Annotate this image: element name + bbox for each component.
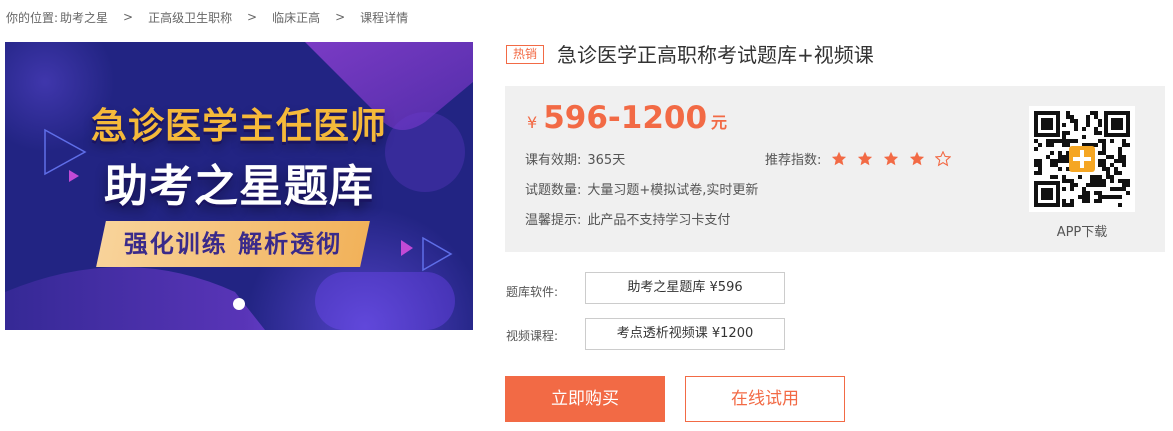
price: ¥ 596-1200 元 <box>527 100 727 136</box>
breadcrumb-item-senior-title[interactable]: 正高级卫生职称 <box>148 9 232 26</box>
product-info-panel: ¥ 596-1200 元 课有效期: 365天 推荐指数: 试题数量: 大量习题+模… <box>505 86 1165 252</box>
video-option-button[interactable]: 考点透析视频课 ¥1200 <box>585 318 785 350</box>
breadcrumb-prefix: 你的位置: <box>6 10 59 25</box>
validity-row: 课有效期: 365天 <box>525 149 625 168</box>
product-banner[interactable]: 急诊医学主任医师 助考之星题库 强化训练 解析透彻 <box>5 42 473 330</box>
breadcrumb-item-clinical[interactable]: 临床正高 <box>272 9 320 26</box>
software-option-label: 题库软件: <box>506 285 559 299</box>
star-filled-icon <box>884 151 899 165</box>
qr-code-graphic <box>1029 106 1135 212</box>
app-download-label: APP下载 <box>1056 225 1108 240</box>
breadcrumb-separator: > <box>247 10 258 24</box>
carousel-dot[interactable] <box>233 298 245 310</box>
questions-label: 试题数量: <box>525 183 582 198</box>
hot-sale-badge: 热销 <box>506 45 544 64</box>
breadcrumb: 你的位置: 助考之星 > 正高级卫生职称 > 临床正高 > 课程详情 <box>6 8 408 26</box>
star-filled-icon <box>832 151 847 165</box>
rating-stars <box>831 150 961 167</box>
notice-row: 温馨提示: 此产品不支持学习卡支付 <box>525 209 730 228</box>
breadcrumb-item-home[interactable]: 助考之星 <box>60 9 108 26</box>
price-currency: ¥ <box>527 113 538 132</box>
buy-now-button[interactable]: 立即购买 <box>505 376 665 422</box>
price-unit: 元 <box>711 113 728 132</box>
banner-tagline: 强化训练 解析透彻 <box>123 230 343 258</box>
notice-value: 此产品不支持学习卡支付 <box>587 213 731 228</box>
breadcrumb-separator: > <box>335 10 346 24</box>
rating-row: 推荐指数: <box>765 149 961 168</box>
video-option-label: 视频课程: <box>506 329 559 343</box>
qr-code-icon <box>1029 106 1135 212</box>
star-empty-icon <box>935 150 952 166</box>
questions-value: 大量习题+模拟试卷,实时更新 <box>587 183 759 198</box>
banner-headline-primary: 急诊医学主任医师 <box>90 106 387 147</box>
breadcrumb-separator: > <box>123 10 134 24</box>
breadcrumb-item-current: 课程详情 <box>360 10 409 25</box>
online-trial-button[interactable]: 在线试用 <box>685 376 845 422</box>
software-option-button[interactable]: 助考之星题库 ¥596 <box>585 272 785 304</box>
notice-label: 温馨提示: <box>525 213 582 228</box>
questions-row: 试题数量: 大量习题+模拟试卷,实时更新 <box>525 179 758 198</box>
banner-headline-secondary: 助考之星题库 <box>104 161 374 212</box>
product-title: 急诊医学正高职称考试题库+视频课 <box>557 43 874 67</box>
price-amount: 596-1200 <box>543 100 708 136</box>
validity-value: 365天 <box>587 153 626 168</box>
rating-label: 推荐指数: <box>765 153 822 168</box>
validity-label: 课有效期: <box>525 153 582 168</box>
star-filled-icon <box>858 151 873 165</box>
star-filled-icon <box>910 151 925 165</box>
